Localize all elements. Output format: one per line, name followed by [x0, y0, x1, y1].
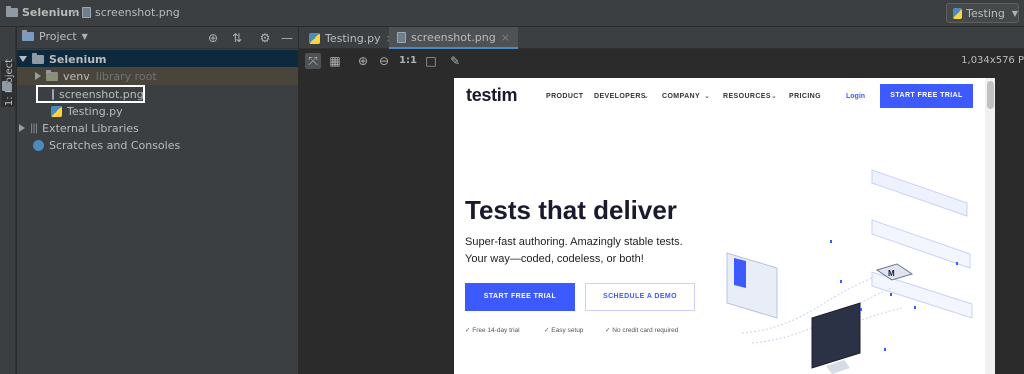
- zoom-out-icon[interactable]: ⊖: [376, 53, 392, 69]
- python-file-icon: [309, 32, 320, 44]
- breadcrumb-file[interactable]: screenshot.png: [82, 6, 180, 19]
- tree-item-label: Scratches and Consoles: [49, 138, 181, 152]
- python-icon: [953, 7, 963, 19]
- hide-panel-icon[interactable]: —: [279, 30, 295, 46]
- collapsed-arrow-icon: [35, 72, 41, 80]
- grid-icon[interactable]: ▦: [327, 53, 343, 69]
- locate-icon[interactable]: ⊕: [205, 30, 221, 46]
- check-label: Easy setup: [551, 327, 584, 334]
- fit-zoom-icon[interactable]: ⤧: [305, 53, 321, 69]
- breadcrumb-separator-icon: ›: [72, 6, 77, 19]
- tree-item-label: screenshot.png: [59, 87, 144, 101]
- run-configuration-label: Testing: [966, 6, 1005, 20]
- nav-resources: RESOURCES: [723, 93, 771, 100]
- image-file-icon: [82, 7, 91, 18]
- hero-cta-primary: START FREE TRIAL: [465, 283, 575, 311]
- tab-label: Testing.py: [325, 31, 381, 45]
- image-file-icon: [397, 31, 406, 43]
- close-icon[interactable]: ×: [501, 31, 510, 44]
- nav-pricing: PRICING: [789, 93, 821, 100]
- navigation-bar: Selenium › screenshot.png Testing ▼: [0, 0, 1024, 27]
- login-link: Login: [846, 93, 866, 100]
- folder-icon: [6, 6, 18, 17]
- folder-icon: [46, 69, 58, 81]
- tree-item-label: Selenium: [49, 52, 107, 66]
- tree-item-scratches[interactable]: Scratches and Consoles: [17, 136, 298, 154]
- expand-arrow-icon: [19, 56, 27, 62]
- run-configuration-select[interactable]: Testing ▼: [946, 3, 1019, 23]
- editor-tabs: Testing.py × screenshot.png ×: [299, 27, 1024, 49]
- chessboard-icon[interactable]: □: [423, 53, 439, 69]
- python-file-icon: [51, 105, 62, 117]
- testim-logo: testim: [466, 85, 518, 105]
- collapse-all-icon[interactable]: ⇅: [229, 30, 245, 46]
- collapsed-arrow-icon: [19, 124, 25, 132]
- image-file-icon: [52, 88, 54, 100]
- chevron-down-icon: ⌄: [643, 93, 649, 100]
- check-no-credit-card: ✓ No credit card required: [605, 327, 679, 334]
- color-picker-icon[interactable]: ✎: [447, 53, 463, 69]
- check-label: Free 14-day trial: [472, 327, 520, 334]
- chevron-down-icon: ⌄: [704, 93, 710, 100]
- preview-scrollbar-thumb: [987, 81, 994, 109]
- check-free-trial: ✓ Free 14-day trial: [465, 327, 520, 334]
- tree-item-testing[interactable]: Testing.py: [17, 102, 298, 120]
- hero-subline-2: Your way—coded, codeless, or both!: [465, 253, 644, 265]
- library-icon: |||: [30, 122, 38, 134]
- project-view-icon: [22, 30, 34, 41]
- zoom-in-icon[interactable]: ⊕: [355, 53, 371, 69]
- svg-text:M: M: [888, 269, 895, 278]
- check-easy-setup: ✓ Easy setup: [544, 327, 584, 334]
- folder-icon: [32, 52, 44, 64]
- project-panel-header: Project ▼ ⊕ ⇅ ⚙ —: [17, 27, 298, 49]
- tree-item-selenium[interactable]: Selenium: [17, 50, 298, 68]
- tree-item-external-libraries[interactable]: ||| External Libraries: [17, 119, 298, 137]
- image-toolbar: ⤧ ▦ ⊕ ⊖ 1:1 □ ✎ 1,034x576 P: [299, 50, 1024, 72]
- hero-headline: Tests that deliver: [465, 195, 677, 225]
- tree-item-label: Testing.py: [67, 104, 123, 118]
- actual-size-button[interactable]: 1:1: [399, 53, 417, 69]
- tree-item-label: venv: [63, 69, 90, 83]
- breadcrumb-file-label: screenshot.png: [95, 6, 180, 19]
- gear-icon[interactable]: ⚙: [257, 30, 273, 46]
- project-view-label: Project: [39, 30, 77, 43]
- check-label: No credit card required: [612, 327, 679, 334]
- chevron-down-icon: ▼: [81, 32, 88, 41]
- image-dimensions: 1,034x576 P: [961, 55, 1024, 66]
- tree-item-hint: library root: [95, 69, 157, 83]
- nav-developers: DEVELOPERS: [594, 93, 646, 100]
- tree-item-venv[interactable]: venv library root: [17, 67, 298, 85]
- preview-scrollbar: [985, 78, 995, 374]
- hero-illustration: M: [726, 169, 973, 374]
- header-cta-button: START FREE TRIAL: [880, 84, 973, 108]
- tab-screenshot-png[interactable]: screenshot.png ×: [389, 27, 518, 49]
- nav-company: COMPANY: [662, 93, 701, 100]
- chevron-down-icon: ▼: [1011, 8, 1018, 18]
- project-tool-icon: [2, 81, 12, 91]
- chevron-down-icon: ⌄: [771, 93, 777, 100]
- project-panel: Project ▼ ⊕ ⇅ ⚙ — Selenium venv library …: [17, 27, 298, 374]
- tab-label: screenshot.png: [411, 30, 496, 44]
- tree-item-label: External Libraries: [42, 121, 139, 135]
- tree-item-screenshot[interactable]: screenshot.png: [36, 85, 145, 103]
- tab-testing-py[interactable]: Testing.py ×: [301, 27, 403, 49]
- tool-window-stripe: 1: Project: [0, 27, 16, 374]
- breadcrumb-project-label: Selenium: [22, 6, 80, 19]
- hero-subline-1: Super-fast authoring. Amazingly stable t…: [465, 236, 683, 248]
- scratches-icon: [33, 139, 44, 151]
- nav-product: PRODUCT: [546, 93, 584, 100]
- image-preview: testim PRODUCT DEVELOPERS ⌄ COMPANY ⌄ RE…: [454, 78, 995, 374]
- hero-cta-secondary: SCHEDULE A DEMO: [585, 283, 695, 311]
- breadcrumb-project[interactable]: Selenium: [6, 6, 80, 19]
- project-view-select[interactable]: Project ▼: [22, 30, 88, 43]
